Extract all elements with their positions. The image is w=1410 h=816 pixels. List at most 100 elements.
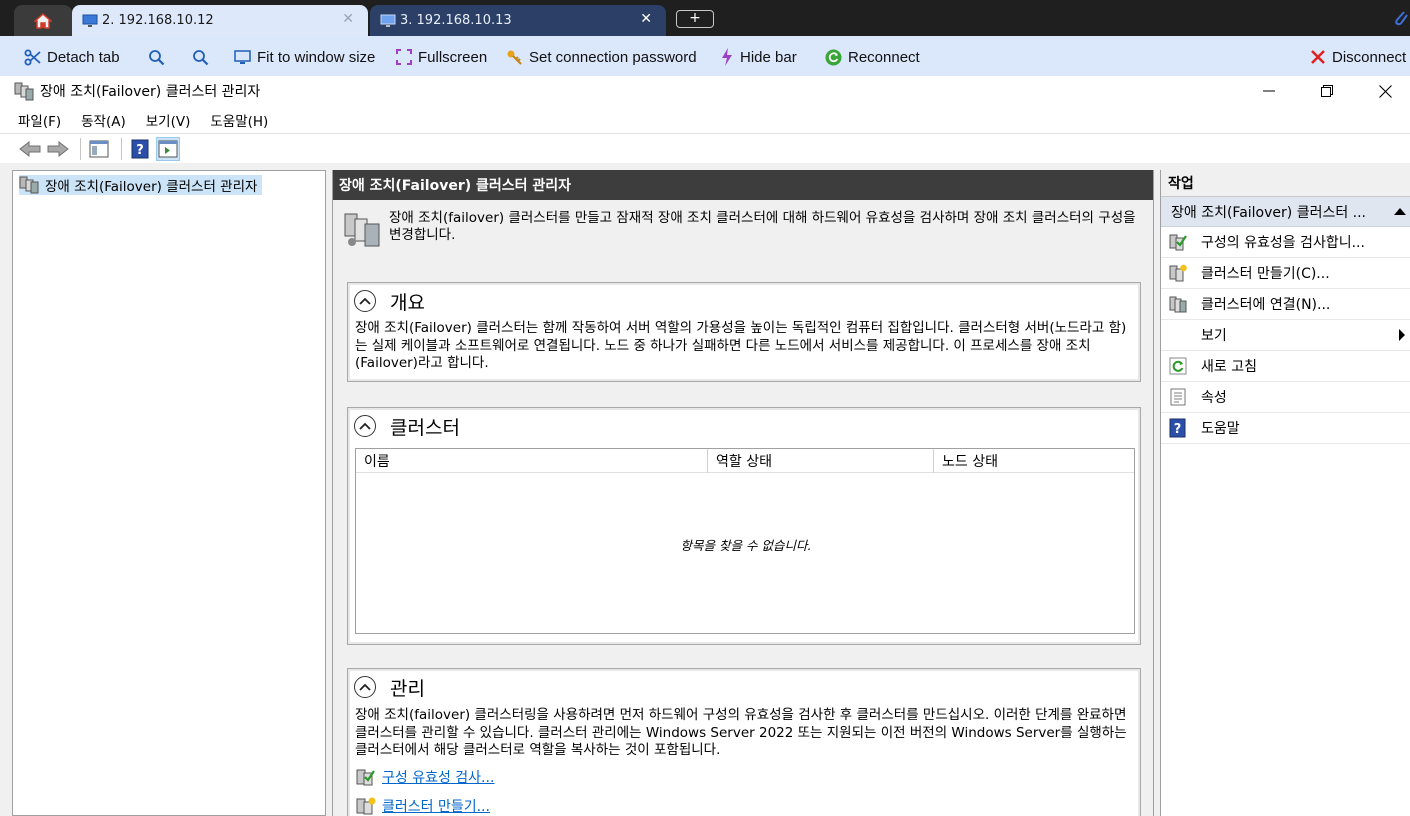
console-tree: 장애 조치(Failover) 클러스터 관리자 <box>12 170 326 816</box>
fullscreen-button[interactable]: Fullscreen <box>396 47 487 67</box>
chevron-right-icon <box>1399 329 1405 341</box>
lightning-icon <box>722 48 732 66</box>
validate-configuration-link-row[interactable]: 구성 유효성 검사... <box>356 767 494 787</box>
validate-icon <box>1169 233 1187 251</box>
action-refresh[interactable]: 새로 고침 <box>1161 351 1410 382</box>
zoom-out-icon <box>193 49 209 65</box>
fit-to-window-button[interactable]: Fit to window size <box>234 47 375 67</box>
reconnect-icon <box>825 49 842 65</box>
action-create-cluster[interactable]: 클러스터 만들기(C)... <box>1161 258 1410 289</box>
monitor-icon <box>380 14 396 27</box>
clusters-header: 클러스터 <box>354 414 460 439</box>
description: 장애 조치(failover) 클러스터를 만들고 잠재적 장애 조치 클러스터… <box>343 210 1143 250</box>
action-label: 새로 고침 <box>1201 359 1257 375</box>
collapse-management-button[interactable] <box>354 676 376 698</box>
collapse-overview-button[interactable] <box>354 290 376 312</box>
toolbar-separator <box>121 137 122 160</box>
create-cluster-icon <box>1169 264 1187 282</box>
home-icon <box>34 12 52 29</box>
action-label: 도움말 <box>1201 421 1240 437</box>
results-header: 장애 조치(Failover) 클러스터 관리자 <box>333 170 1153 200</box>
create-cluster-link-row[interactable]: 클러스터 만들기... <box>356 796 490 816</box>
collapse-clusters-button[interactable] <box>354 415 376 437</box>
close-icon[interactable]: ✕ <box>640 11 652 27</box>
overview-header: 개요 <box>354 289 425 314</box>
console-tree-icon <box>89 140 109 157</box>
results-pane: 장애 조치(Failover) 클러스터 관리자 장애 조치(failover)… <box>332 170 1154 816</box>
zoom-in-button[interactable] <box>148 47 171 67</box>
back-arrow-icon <box>19 140 41 157</box>
menu-help[interactable]: 도움말(H) <box>210 110 268 130</box>
properties-icon <box>1169 388 1187 406</box>
actions-title: 작업 <box>1161 170 1410 197</box>
mmc-toolbar: ? <box>0 133 1410 163</box>
column-name[interactable]: 이름 <box>356 449 708 473</box>
reconnect-button[interactable]: Reconnect <box>825 47 920 67</box>
show-hide-tree-button[interactable] <box>87 137 111 161</box>
zoom-out-button[interactable] <box>192 47 215 67</box>
management-header: 관리 <box>354 675 425 700</box>
tab-label: 3. 192.168.10.13 <box>400 13 512 28</box>
tab-label: 2. 192.168.10.12 <box>102 13 214 28</box>
hide-bar-label: Hide bar <box>740 48 797 66</box>
disconnect-button[interactable]: Disconnect <box>1310 47 1406 67</box>
set-password-button[interactable]: Set connection password <box>506 47 697 67</box>
home-tab[interactable] <box>14 5 72 36</box>
collapse-triangle-icon[interactable] <box>1394 207 1406 215</box>
menu-view[interactable]: 보기(V) <box>146 110 191 130</box>
hide-bar-button[interactable]: Hide bar <box>720 47 797 67</box>
restore-button[interactable] <box>1298 76 1356 106</box>
clusters-list[interactable]: 이름 역할 상태 노드 상태 항목을 찾을 수 없습니다. <box>355 448 1135 634</box>
close-icon <box>1311 50 1325 64</box>
minimize-icon <box>1263 90 1275 92</box>
menu-file[interactable]: 파일(F) <box>18 110 61 130</box>
tab-192-168-10-13[interactable]: 3. 192.168.10.13 ✕ <box>370 5 666 36</box>
management-section: 관리 장애 조치(failover) 클러스터링을 사용하려면 먼저 하드웨어 … <box>347 668 1141 816</box>
action-help[interactable]: ? 도움말 <box>1161 413 1410 444</box>
overview-title: 개요 <box>390 291 425 314</box>
paperclip-icon[interactable] <box>1392 8 1410 28</box>
forward-button[interactable] <box>46 137 70 161</box>
action-label: 구성의 유효성을 검사합니... <box>1201 235 1365 251</box>
cluster-manager-icon <box>19 176 39 194</box>
help-button[interactable]: ? <box>128 137 152 161</box>
close-icon[interactable]: ✕ <box>342 11 354 27</box>
action-validate-configuration[interactable]: 구성의 유효성을 검사합니... <box>1161 227 1410 258</box>
svg-text:?: ? <box>1174 422 1182 437</box>
close-button[interactable] <box>1356 76 1410 106</box>
back-button[interactable] <box>18 137 42 161</box>
help-icon: ? <box>131 139 149 158</box>
clusters-title: 클러스터 <box>390 416 460 439</box>
column-node-status[interactable]: 노드 상태 <box>934 449 1134 473</box>
create-cluster-icon <box>356 797 376 815</box>
overview-section: 개요 장애 조치(Failover) 클러스터는 함께 작동하여 서버 역할의 … <box>347 282 1141 382</box>
action-view[interactable]: 보기 <box>1161 320 1410 351</box>
connection-toolbar: Detach tab Fit to window size Fullscreen… <box>0 36 1410 76</box>
create-cluster-link[interactable]: 클러스터 만들기... <box>382 796 490 816</box>
key-icon <box>507 50 522 65</box>
action-label: 클러스터 만들기(C)... <box>1201 266 1330 282</box>
menu-action[interactable]: 동작(A) <box>81 110 126 130</box>
action-label: 클러스터에 연결(N)... <box>1201 297 1331 313</box>
clusters-list-header: 이름 역할 상태 노드 상태 <box>356 449 1134 473</box>
action-properties[interactable]: 속성 <box>1161 382 1410 413</box>
column-role-status[interactable]: 역할 상태 <box>708 449 934 473</box>
show-hide-action-pane-button[interactable] <box>156 136 180 161</box>
detach-tab-button[interactable]: Detach tab <box>24 47 120 67</box>
tree-node-cluster-manager[interactable]: 장애 조치(Failover) 클러스터 관리자 <box>19 175 263 195</box>
management-title: 관리 <box>390 677 425 700</box>
action-connect-cluster[interactable]: 클러스터에 연결(N)... <box>1161 289 1410 320</box>
new-tab-button[interactable]: + <box>676 10 714 28</box>
disconnect-label: Disconnect <box>1332 48 1407 66</box>
cluster-manager-large-icon <box>344 213 380 247</box>
svg-text:?: ? <box>136 143 144 158</box>
actions-pane: 작업 장애 조치(Failover) 클러스터 ... 구성의 유효성을 검사합… <box>1160 170 1410 816</box>
actions-group-cluster-manager[interactable]: 장애 조치(Failover) 클러스터 ... <box>1161 197 1410 227</box>
tab-192-168-10-12[interactable]: 2. 192.168.10.12 ✕ <box>72 5 368 36</box>
minimize-button[interactable] <box>1240 76 1298 106</box>
empty-list-message: 항목을 찾을 수 없습니다. <box>680 538 812 553</box>
validate-configuration-link[interactable]: 구성 유효성 검사... <box>382 767 494 787</box>
overview-body: 장애 조치(Failover) 클러스터는 함께 작동하여 서버 역할의 가용성… <box>355 320 1127 371</box>
cluster-manager-icon <box>14 82 34 101</box>
window-title-bar: 장애 조치(Failover) 클러스터 관리자 <box>0 76 1410 106</box>
